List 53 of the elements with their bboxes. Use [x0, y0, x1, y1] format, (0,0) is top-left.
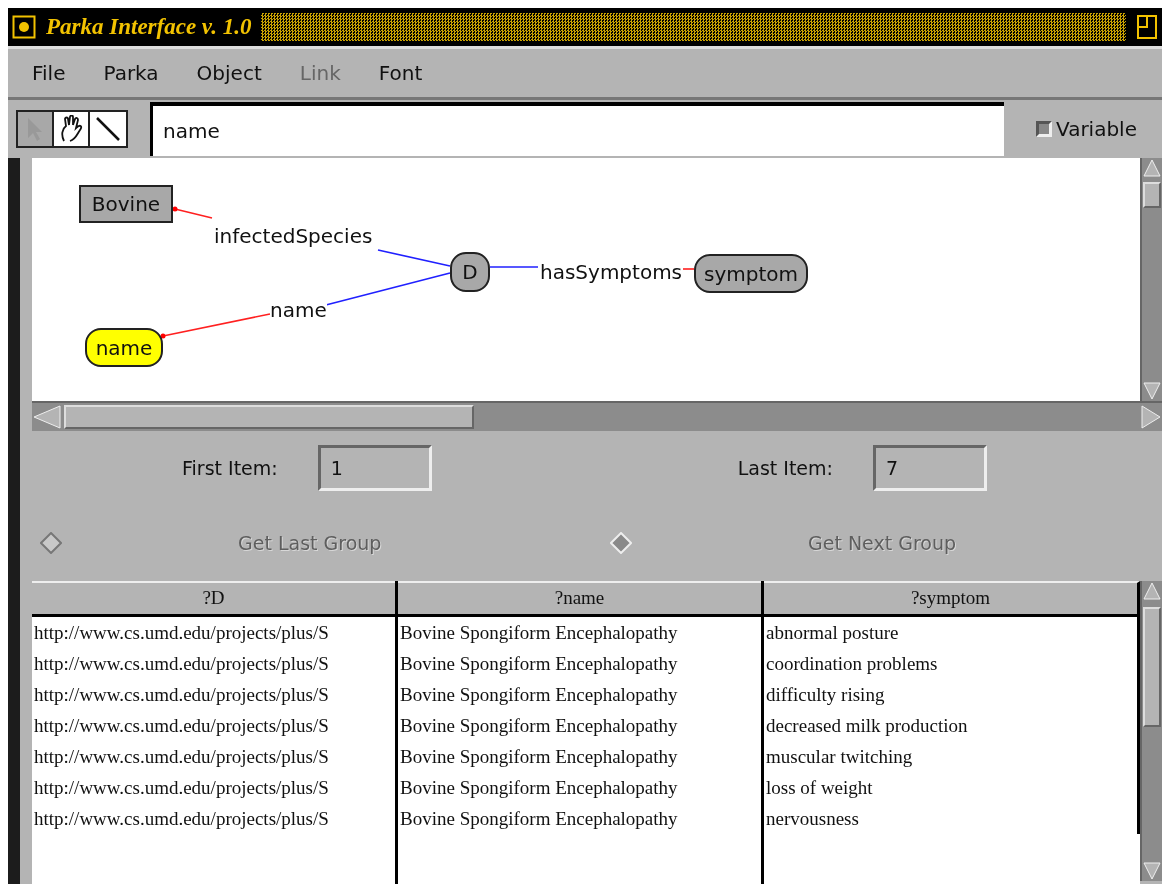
- scroll-up-icon[interactable]: [1143, 158, 1161, 178]
- scroll-left-icon[interactable]: [32, 404, 62, 430]
- horizontal-scrollbar[interactable]: [32, 401, 1162, 431]
- table-cell: Bovine Spongiform Encephalopathy: [398, 617, 764, 648]
- table-cell: http://www.cs.umd.edu/projects/plus/S: [32, 803, 398, 834]
- vertical-scrollbar[interactable]: [1140, 581, 1162, 881]
- scroll-down-icon[interactable]: [1143, 861, 1161, 881]
- last-item-field[interactable]: 7: [872, 445, 987, 491]
- window-title: Parka Interface v. 1.0: [46, 14, 252, 40]
- table-cell: Bovine Spongiform Encephalopathy: [398, 803, 764, 834]
- line-icon: [95, 116, 121, 142]
- menu-item[interactable]: File: [32, 61, 66, 85]
- table-cell: Bovine Spongiform Encephalopathy: [398, 710, 764, 741]
- column-header[interactable]: ?D: [32, 581, 398, 617]
- table-cell: http://www.cs.umd.edu/projects/plus/S: [32, 772, 398, 803]
- edge-label: infectedSpecies: [214, 225, 373, 247]
- first-item-label: First Item:: [182, 457, 278, 479]
- scroll-right-icon[interactable]: [1140, 404, 1162, 430]
- checkbox-label: Variable: [1056, 117, 1137, 141]
- graph-node[interactable]: Bovine: [79, 185, 173, 223]
- tool-button[interactable]: [90, 112, 126, 146]
- menu-item[interactable]: Object: [196, 61, 262, 85]
- table-cell: http://www.cs.umd.edu/projects/plus/S: [32, 617, 398, 648]
- graph-node[interactable]: D: [450, 252, 490, 292]
- tool-button[interactable]: [54, 112, 90, 146]
- hand-icon: [58, 115, 84, 143]
- maximize-icon[interactable]: [1136, 14, 1158, 40]
- vertical-scrollbar[interactable]: [1140, 158, 1162, 401]
- graph-node[interactable]: symptom: [694, 254, 808, 293]
- last-item-label: Last Item:: [737, 457, 833, 479]
- table-cell: http://www.cs.umd.edu/projects/plus/S: [32, 741, 398, 772]
- checkbox[interactable]: [1036, 121, 1052, 137]
- window-menu-icon[interactable]: [12, 15, 36, 39]
- menu-item[interactable]: Font: [378, 61, 423, 85]
- scroll-down-icon[interactable]: [1143, 381, 1161, 401]
- query-field[interactable]: name: [150, 102, 1004, 156]
- table-cell: http://www.cs.umd.edu/projects/plus/S: [32, 679, 398, 710]
- first-item-field[interactable]: 1: [317, 445, 432, 491]
- column-header[interactable]: ?name: [398, 581, 764, 617]
- table-cell: http://www.cs.umd.edu/projects/plus/S: [32, 648, 398, 679]
- scroll-thumb[interactable]: [1143, 607, 1161, 727]
- graph-node[interactable]: name: [85, 328, 163, 367]
- scroll-up-icon[interactable]: [1143, 581, 1161, 601]
- edge-label: hasSymptoms: [540, 261, 683, 283]
- column-header[interactable]: ?symptom: [764, 581, 1140, 617]
- scroll-thumb[interactable]: [64, 405, 474, 429]
- table-cell: Bovine Spongiform Encephalopathy: [398, 679, 764, 710]
- table-cell: http://www.cs.umd.edu/projects/plus/S: [32, 710, 398, 741]
- table-cell: Bovine Spongiform Encephalopathy: [398, 741, 764, 772]
- scroll-thumb[interactable]: [1143, 182, 1161, 208]
- menu-item[interactable]: Parka: [103, 61, 159, 85]
- table-cell: Bovine Spongiform Encephalopathy: [398, 648, 764, 679]
- table-cell: Bovine Spongiform Encephalopathy: [398, 772, 764, 803]
